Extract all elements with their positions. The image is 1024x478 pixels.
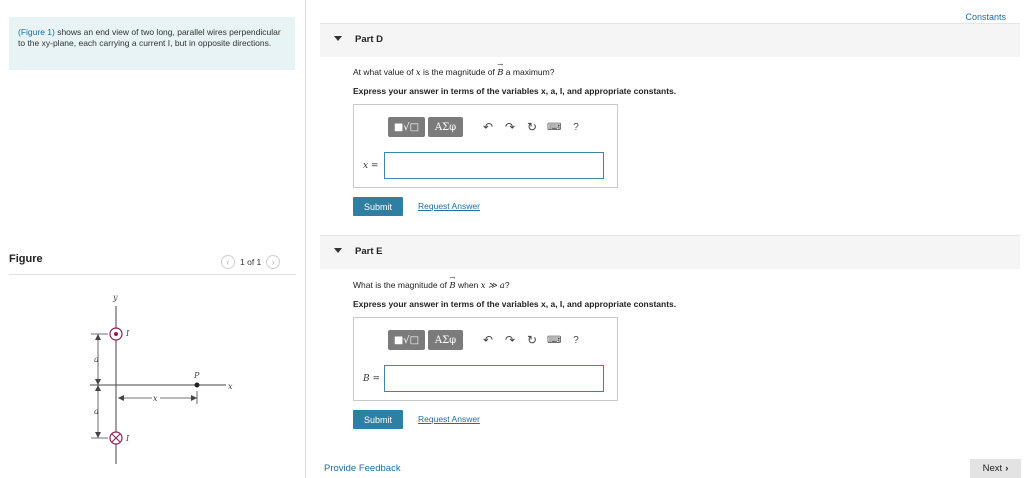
distance-a-bottom: a	[94, 407, 99, 416]
part-d-submit-button[interactable]: Submit	[353, 197, 403, 216]
part-e-answer-input[interactable]	[384, 365, 604, 392]
help-button[interactable]: ?	[569, 122, 583, 133]
panel-divider	[305, 0, 306, 478]
answer-variable-label: B =	[363, 374, 381, 384]
x-axis-label: x	[228, 382, 233, 391]
part-e-request-answer-link[interactable]: Request Answer	[418, 414, 480, 424]
wire-dot	[114, 332, 118, 336]
reset-icon[interactable]: ↻	[525, 120, 539, 134]
figure-divider	[9, 274, 296, 275]
arrowhead	[118, 395, 124, 401]
x-dimension-label: x	[153, 394, 158, 403]
redo-icon[interactable]: ↷	[503, 333, 517, 347]
part-d-answer-input[interactable]	[384, 152, 604, 179]
part-d-request-answer-link[interactable]: Request Answer	[418, 201, 480, 211]
answer-variable-label: x =	[363, 161, 379, 171]
templates-button[interactable]: ■√□	[388, 330, 425, 350]
point-p-label: P	[193, 371, 200, 380]
part-e-submit-button[interactable]: Submit	[353, 410, 403, 429]
part-e-header[interactable]: Part E	[320, 235, 1020, 269]
collapse-triangle-icon[interactable]	[334, 36, 342, 41]
keyboard-icon[interactable]: ⌨	[547, 335, 561, 346]
point-p	[194, 382, 200, 388]
part-d-answer-box: ■√□ ΑΣφ ↶ ↷ ↻ ⌨ ? x =	[353, 104, 618, 188]
part-e-instructions: Express your answer in terms of the vari…	[353, 299, 677, 309]
redo-icon[interactable]: ↷	[503, 120, 517, 134]
wire-diagram: y x a a I I P x	[90, 293, 233, 464]
part-e-question: What is the magnitude of → B when x ≫ a?	[353, 274, 510, 291]
y-axis-label: y	[112, 293, 118, 302]
intro-text: shows an end view of two long, parallel …	[18, 27, 281, 48]
part-d-title: Part D	[355, 34, 383, 45]
keyboard-icon[interactable]: ⌨	[547, 122, 561, 133]
math-toolbar: ■√□ ΑΣφ ↶ ↷ ↻ ⌨ ?	[388, 330, 583, 350]
arrowhead	[191, 395, 197, 401]
vector-b: → B	[497, 61, 504, 78]
distance-a-top: a	[94, 355, 99, 364]
arrowhead	[95, 385, 101, 391]
greek-symbols-button[interactable]: ΑΣφ	[428, 330, 463, 350]
collapse-triangle-icon[interactable]	[334, 248, 342, 253]
problem-intro: (Figure 1) shows an end view of two long…	[9, 17, 295, 70]
current-label-bottom: I	[125, 434, 130, 443]
arrowhead	[95, 379, 101, 385]
figure-link[interactable]: (Figure 1)	[18, 27, 55, 37]
reset-icon[interactable]: ↻	[525, 333, 539, 347]
part-d-instructions: Express your answer in terms of the vari…	[353, 86, 677, 96]
greek-symbols-button[interactable]: ΑΣφ	[428, 117, 463, 137]
part-e-answer-box: ■√□ ΑΣφ ↶ ↷ ↻ ⌨ ? B =	[353, 317, 618, 401]
arrowhead	[95, 432, 101, 438]
next-label: Next	[982, 463, 1003, 474]
chevron-right-icon: ›	[1005, 463, 1009, 474]
math-toolbar: ■√□ ΑΣφ ↶ ↷ ↻ ⌨ ?	[388, 117, 583, 137]
templates-button[interactable]: ■√□	[388, 117, 425, 137]
part-e-title: Part E	[355, 246, 383, 257]
provide-feedback-link[interactable]: Provide Feedback	[324, 463, 401, 474]
undo-icon[interactable]: ↶	[481, 120, 495, 134]
figure-pager: ‹ 1 of 1 ›	[221, 254, 281, 270]
next-button[interactable]: Next ›	[970, 459, 1021, 478]
constants-link[interactable]: Constants	[965, 12, 1006, 22]
part-d-header[interactable]: Part D	[320, 23, 1020, 57]
vector-b: → B	[449, 274, 456, 291]
help-button[interactable]: ?	[569, 335, 583, 346]
chevron-left-icon[interactable]: ‹	[221, 255, 235, 269]
arrowhead	[95, 334, 101, 340]
undo-icon[interactable]: ↶	[481, 333, 495, 347]
chevron-right-icon[interactable]: ›	[266, 255, 281, 269]
current-label-top: I	[125, 329, 130, 338]
part-d-question: At what value of x is the magnitude of →…	[353, 61, 555, 78]
figure-title: Figure	[9, 253, 43, 265]
pager-label: 1 of 1	[240, 257, 262, 267]
